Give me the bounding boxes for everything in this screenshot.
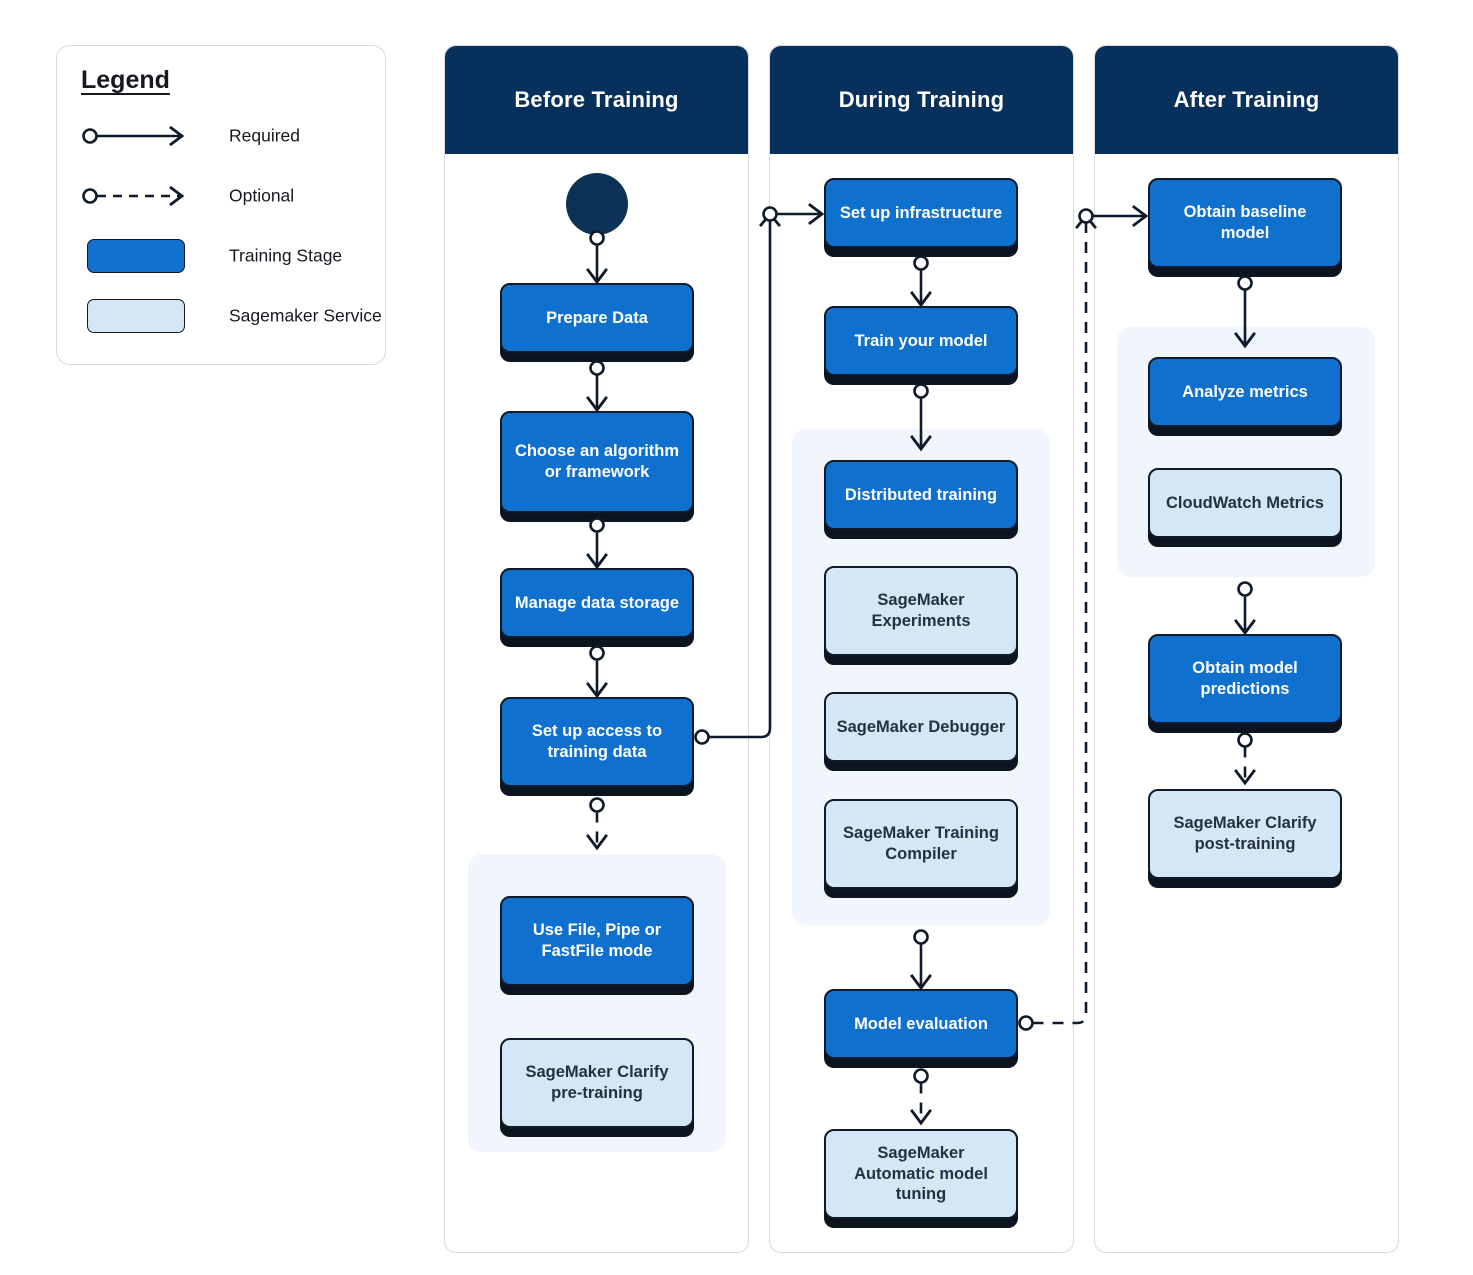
node-label: Set up access to training data [531,722,663,761]
column-title-during-training: During Training [838,87,1005,112]
blue-swatch-icon [81,234,191,278]
diagram-canvas: Legend Required Optional Training Stage … [0,0,1473,1275]
node-manage-data-storage[interactable]: Manage data storage [500,568,694,638]
node-label: Obtain model predictions [1192,659,1298,698]
node-label: Choose an algorithm or framework [514,442,680,481]
node-label: Distributed training [844,485,998,504]
dashed-arrow-icon [81,174,191,218]
node-set-up-access-to-training-data[interactable]: Set up access to training data [500,697,694,787]
legend-row-sagemaker-service: Sagemaker Service [81,294,382,338]
legend-row-optional: Optional [81,174,367,218]
legend-label-training-stage: Training Stage [229,245,343,266]
node-label: Use File, Pipe or FastFile mode [532,921,662,960]
node-train-your-model[interactable]: Train your model [824,306,1018,376]
node-use-file-pipe-or-fastfile-mode[interactable]: Use File, Pipe or FastFile mode [500,896,694,986]
legend-panel: Legend Required Optional Training Stage … [56,45,386,365]
node-label: SageMaker Training Compiler [843,824,999,863]
column-header-during-training: During Training [770,46,1073,154]
node-sagemaker-clarify-pre-training[interactable]: SageMaker Clarify pre-training [500,1038,694,1128]
node-obtain-model-predictions[interactable]: Obtain model predictions [1148,634,1342,724]
node-cloudwatch-metrics[interactable]: CloudWatch Metrics [1148,468,1342,538]
start-node [566,173,628,235]
legend-label-optional: Optional [229,185,295,206]
node-set-up-infrastructure[interactable]: Set up infrastructure [824,178,1018,248]
legend-label-required: Required [229,125,301,146]
node-sagemaker-clarify-post-training[interactable]: SageMaker Clarify post-training [1148,789,1342,879]
column-title-before-training: Before Training [514,87,679,112]
node-sagemaker-experiments[interactable]: SageMaker Experiments [824,566,1018,656]
node-label: SageMaker Clarify post-training [1173,814,1317,853]
solid-arrow-icon [81,114,191,158]
node-label: CloudWatch Metrics [1166,493,1324,512]
legend-label-sagemaker-service: Sagemaker Service [229,305,382,326]
node-analyze-metrics[interactable]: Analyze metrics [1148,357,1342,427]
column-header-before-training: Before Training [445,46,748,154]
node-obtain-baseline-model[interactable]: Obtain baseline model [1148,178,1342,268]
node-label: Prepare Data [546,308,648,327]
node-label: Analyze metrics [1182,382,1308,401]
column-header-after-training: After Training [1095,46,1398,154]
node-label: Model evaluation [854,1014,988,1033]
node-label: Manage data storage [514,593,680,612]
legend-title: Legend [81,66,170,94]
node-label: SageMaker Clarify pre-training [525,1063,669,1102]
node-label: Set up infrastructure [839,203,1003,222]
node-sagemaker-debugger[interactable]: SageMaker Debugger [824,692,1018,762]
node-label: Train your model [854,331,988,350]
node-label: SageMaker Experiments [871,591,971,630]
node-sagemaker-automatic-model-tuning[interactable]: SageMaker Automatic model tuning [824,1129,1018,1219]
node-choose-algorithm[interactable]: Choose an algorithm or framework [500,411,694,513]
node-label: SageMaker Automatic model tuning [854,1144,988,1204]
column-title-after-training: After Training [1173,87,1320,112]
node-distributed-training[interactable]: Distributed training [824,460,1018,530]
legend-row-required: Required [81,114,367,158]
node-model-evaluation[interactable]: Model evaluation [824,989,1018,1059]
node-label: SageMaker Debugger [836,717,1006,736]
node-sagemaker-training-compiler[interactable]: SageMaker Training Compiler [824,799,1018,889]
node-prepare-data[interactable]: Prepare Data [500,283,694,353]
light-blue-swatch-icon [81,294,191,338]
node-label: Obtain baseline model [1183,203,1307,242]
legend-row-training-stage: Training Stage [81,234,367,278]
